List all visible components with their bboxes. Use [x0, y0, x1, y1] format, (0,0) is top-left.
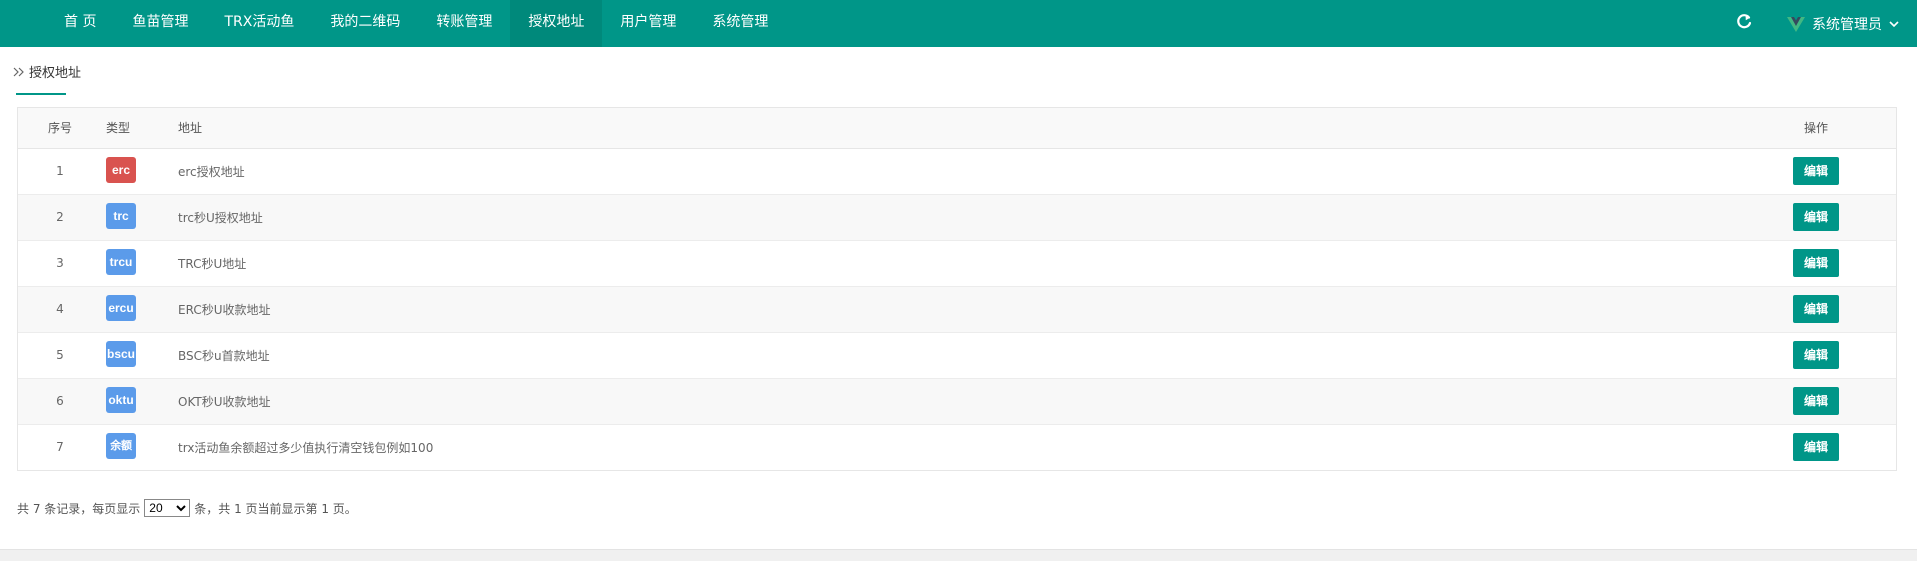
nav-item-system-management[interactable]: 系统管理: [694, 0, 786, 47]
row-index: 4: [18, 286, 98, 333]
page-size-select[interactable]: 20: [144, 499, 191, 517]
nav-item-user-management[interactable]: 用户管理: [602, 0, 694, 47]
chevron-down-icon: [1889, 20, 1899, 27]
row-index: 6: [18, 378, 98, 425]
row-address: TRC秒U地址: [178, 240, 1736, 287]
table-row: 6 oktu OKT秒U收款地址 编辑: [18, 378, 1896, 425]
table-header-row: 序号 类型 地址 操作: [18, 108, 1896, 149]
column-header-action: 操作: [1736, 108, 1896, 149]
table-row: 1 erc erc授权地址 编辑: [18, 148, 1896, 195]
user-name: 系统管理员: [1812, 16, 1882, 33]
type-badge: 余额: [106, 432, 136, 459]
breadcrumb-underline: [16, 93, 66, 95]
nav-item-fry-management[interactable]: 鱼苗管理: [114, 0, 206, 47]
nav-item-home[interactable]: 首 页: [46, 0, 114, 47]
edit-button[interactable]: 编辑: [1793, 249, 1839, 277]
row-index: 1: [18, 148, 98, 195]
edit-button[interactable]: 编辑: [1793, 387, 1839, 415]
row-address: erc授权地址: [178, 148, 1736, 195]
column-header-address: 地址: [178, 108, 1736, 149]
top-navigation-bar: 首 页 鱼苗管理 TRX活动鱼 我的二维码 转账管理 授权地址 用户管理 系统管…: [0, 0, 1917, 47]
pagination-suffix: 条，共 1 页当前显示第 1 页。: [194, 501, 357, 516]
edit-button[interactable]: 编辑: [1793, 341, 1839, 369]
row-index: 3: [18, 240, 98, 287]
address-table: 序号 类型 地址 操作 1 erc erc授权地址 编辑 2 trc trc秒U…: [17, 107, 1897, 471]
row-index: 5: [18, 332, 98, 379]
type-badge: bscu: [106, 340, 136, 367]
bottom-footer-bar: [0, 549, 1917, 561]
type-badge: erc: [106, 156, 136, 183]
vue-logo-icon: [1787, 16, 1805, 32]
edit-button[interactable]: 编辑: [1793, 157, 1839, 185]
breadcrumb-label: 授权地址: [29, 66, 82, 81]
row-address: trc秒U授权地址: [178, 194, 1736, 241]
row-address: ERC秒U收款地址: [178, 286, 1736, 333]
row-address: BSC秒u首款地址: [178, 332, 1736, 379]
pagination-info: 共 7 条记录，每页显示 20 条，共 1 页当前显示第 1 页。: [17, 499, 357, 517]
table-row: 3 trcu TRC秒U地址 编辑: [18, 240, 1896, 287]
edit-button[interactable]: 编辑: [1793, 295, 1839, 323]
row-address: OKT秒U收款地址: [178, 378, 1736, 425]
column-header-index: 序号: [18, 108, 98, 149]
table-row: 2 trc trc秒U授权地址 编辑: [18, 194, 1896, 241]
main-nav: 首 页 鱼苗管理 TRX活动鱼 我的二维码 转账管理 授权地址 用户管理 系统管…: [46, 0, 786, 47]
type-badge: trcu: [106, 248, 136, 275]
type-badge: ercu: [106, 294, 136, 321]
column-header-type: 类型: [98, 108, 178, 149]
row-index: 7: [56, 440, 64, 455]
user-menu[interactable]: 系统管理员: [1786, 0, 1900, 47]
nav-item-authorized-address[interactable]: 授权地址: [510, 0, 603, 47]
row-index: 2: [18, 194, 98, 241]
table-row: 4 ercu ERC秒U收款地址 编辑: [18, 286, 1896, 333]
type-badge: oktu: [106, 386, 136, 413]
edit-button[interactable]: 编辑: [1793, 203, 1839, 231]
breadcrumb: 授权地址: [12, 62, 81, 81]
row-address: trx活动鱼余额超过多少值执行清空钱包例如100: [178, 440, 434, 455]
pagination-prefix: 共 7 条记录，每页显示: [17, 501, 141, 516]
double-chevron-right-icon: [13, 67, 24, 76]
edit-button[interactable]: 编辑: [1793, 433, 1839, 462]
type-badge: trc: [106, 202, 136, 229]
refresh-icon[interactable]: [1733, 10, 1755, 34]
table-row: 5 bscu BSC秒u首款地址 编辑: [18, 332, 1896, 379]
nav-item-transfer-management[interactable]: 转账管理: [418, 0, 510, 47]
main-content: 授权地址 序号 类型 地址 操作 1 erc erc授权地址 编辑 2 trc …: [0, 47, 1917, 549]
nav-item-trx-activity-fish[interactable]: TRX活动鱼: [206, 0, 312, 47]
table-row: 7 余额 trx活动鱼余额超过多少值执行清空钱包例如100 编辑: [18, 424, 1896, 470]
nav-item-my-qrcode[interactable]: 我的二维码: [312, 0, 418, 47]
